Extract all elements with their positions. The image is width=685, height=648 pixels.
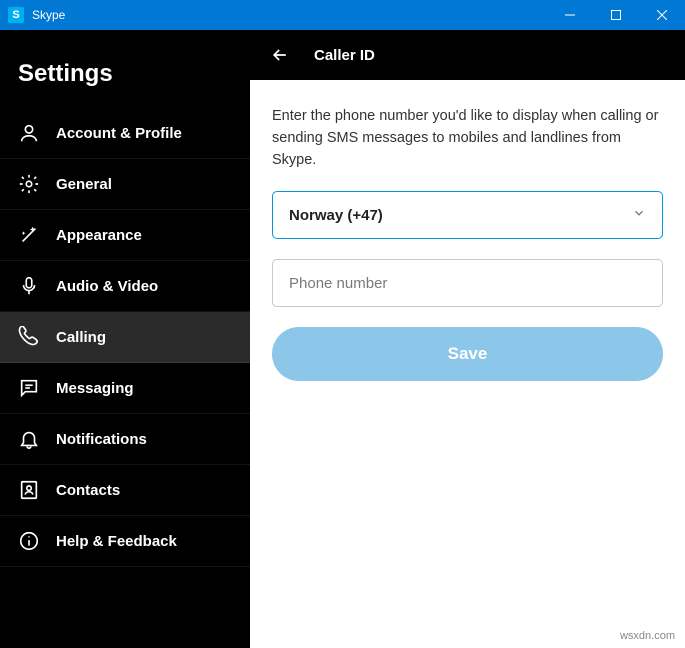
window-titlebar: S Skype [0, 0, 685, 30]
sidebar-item-label: Help & Feedback [56, 533, 177, 550]
sidebar-item-help-feedback[interactable]: Help & Feedback [0, 516, 250, 567]
settings-title: Settings [0, 50, 250, 108]
sidebar-item-notifications[interactable]: Notifications [0, 414, 250, 465]
contacts-icon [18, 479, 40, 501]
phone-placeholder: Phone number [289, 275, 387, 292]
sidebar-item-label: Contacts [56, 482, 120, 499]
main-header: Caller ID [250, 30, 685, 80]
maximize-button[interactable] [593, 0, 639, 30]
sidebar-item-label: Audio & Video [56, 278, 158, 295]
back-button[interactable] [268, 43, 292, 67]
message-icon [18, 377, 40, 399]
sidebar-item-label: Appearance [56, 227, 142, 244]
wand-icon [18, 224, 40, 246]
bell-icon [18, 428, 40, 450]
chevron-down-icon [632, 206, 646, 225]
close-button[interactable] [639, 0, 685, 30]
sidebar-item-label: Messaging [56, 380, 134, 397]
page-title: Caller ID [314, 47, 375, 64]
gear-icon [18, 173, 40, 195]
country-value: Norway (+47) [289, 207, 383, 224]
sidebar-item-label: Notifications [56, 431, 147, 448]
content-area: Enter the phone number you'd like to dis… [250, 80, 685, 407]
sidebar-item-audio-video[interactable]: Audio & Video [0, 261, 250, 312]
phone-icon [18, 326, 40, 348]
main-panel: Caller ID Enter the phone number you'd l… [250, 30, 685, 648]
description-text: Enter the phone number you'd like to dis… [272, 106, 663, 171]
watermark: wsxdn.com [620, 630, 675, 642]
sidebar-item-label: Account & Profile [56, 125, 182, 142]
microphone-icon [18, 275, 40, 297]
save-button[interactable]: Save [272, 327, 663, 381]
window-controls [547, 0, 685, 30]
sidebar-item-calling[interactable]: Calling [0, 312, 250, 363]
sidebar-item-messaging[interactable]: Messaging [0, 363, 250, 414]
sidebar-item-account-profile[interactable]: Account & Profile [0, 108, 250, 159]
skype-app-icon: S [8, 7, 24, 23]
info-icon [18, 530, 40, 552]
sidebar-item-label: Calling [56, 329, 106, 346]
phone-input[interactable]: Phone number [272, 259, 663, 307]
window-title: Skype [32, 8, 547, 22]
minimize-button[interactable] [547, 0, 593, 30]
sidebar-item-label: General [56, 176, 112, 193]
country-select[interactable]: Norway (+47) [272, 191, 663, 239]
sidebar-item-appearance[interactable]: Appearance [0, 210, 250, 261]
settings-sidebar: Settings Account & Profile General Appea… [0, 30, 250, 648]
sidebar-item-contacts[interactable]: Contacts [0, 465, 250, 516]
sidebar-item-general[interactable]: General [0, 159, 250, 210]
person-icon [18, 122, 40, 144]
